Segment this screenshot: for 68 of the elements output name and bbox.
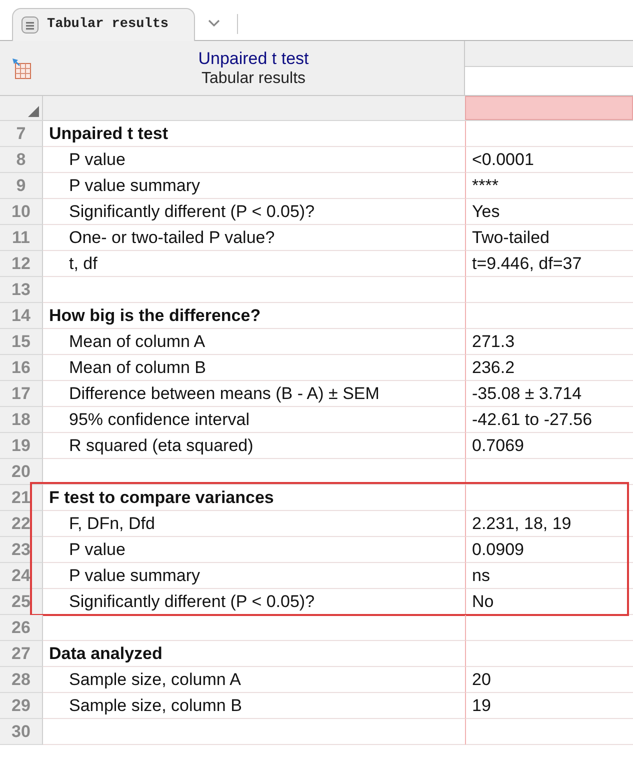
- row-label: Difference between means (B - A) ± SEM: [43, 381, 465, 407]
- row-label: F, DFn, Dfd: [43, 511, 465, 537]
- row-number: 10: [0, 199, 43, 225]
- row-value: ns: [465, 563, 633, 589]
- row-label: P value summary: [43, 173, 465, 199]
- row-number: 24: [0, 563, 43, 589]
- row-label: Sample size, column B: [43, 693, 465, 719]
- row-label: 95% confidence interval: [43, 407, 465, 433]
- row-number: 15: [0, 329, 43, 355]
- row-value: -35.08 ± 3.714: [465, 381, 633, 407]
- select-all-corner[interactable]: [0, 96, 43, 120]
- document-icon: [21, 16, 39, 34]
- results-subtitle: Tabular results: [201, 68, 306, 88]
- row-value: 271.3: [465, 329, 633, 355]
- row-number: 26: [0, 615, 43, 641]
- row-number: 8: [0, 147, 43, 173]
- section-heading: How big is the difference?: [43, 303, 465, 329]
- section-heading: Unpaired t test: [43, 121, 465, 147]
- row-number: 29: [0, 693, 43, 719]
- row-number: 16: [0, 355, 43, 381]
- row-label: P value summary: [43, 563, 465, 589]
- row-number: 25: [0, 589, 43, 615]
- table-icon: [12, 58, 32, 78]
- row-value: <0.0001: [465, 147, 633, 173]
- row-value: 19: [465, 693, 633, 719]
- row-value: 2.231, 18, 19: [465, 511, 633, 537]
- row-number: 18: [0, 407, 43, 433]
- row-number: 22: [0, 511, 43, 537]
- row-number: 12: [0, 251, 43, 277]
- row-number: 21: [0, 485, 43, 511]
- row-value: t=9.446, df=37: [465, 251, 633, 277]
- section-heading: Data analyzed: [43, 641, 465, 667]
- row-label: P value: [43, 537, 465, 563]
- row-value: 20: [465, 667, 633, 693]
- row-value: 0.7069: [465, 433, 633, 459]
- row-label: Significantly different (P < 0.05)?: [43, 199, 465, 225]
- row-label: Sample size, column A: [43, 667, 465, 693]
- results-title: Unpaired t test: [198, 48, 309, 68]
- row-label: Mean of column B: [43, 355, 465, 381]
- row-value: Two-tailed: [465, 225, 633, 251]
- results-tab[interactable]: Tabular results: [12, 8, 195, 41]
- row-label: R squared (eta squared): [43, 433, 465, 459]
- row-value: Yes: [465, 199, 633, 225]
- row-number: 14: [0, 303, 43, 329]
- row-number: 9: [0, 173, 43, 199]
- row-value: -42.61 to -27.56: [465, 407, 633, 433]
- chevron-down-icon: [208, 19, 220, 27]
- row-label: Significantly different (P < 0.05)?: [43, 589, 465, 615]
- row-value: 236.2: [465, 355, 633, 381]
- row-value: 0.0909: [465, 537, 633, 563]
- row-number: 20: [0, 459, 43, 485]
- row-number: 7: [0, 121, 43, 147]
- section-heading: F test to compare variances: [43, 485, 465, 511]
- row-number: 11: [0, 225, 43, 251]
- triangle-icon: [28, 106, 39, 117]
- row-number: 27: [0, 641, 43, 667]
- row-label: t, df: [43, 251, 465, 277]
- row-number: 28: [0, 667, 43, 693]
- row-value: No: [465, 589, 633, 615]
- row-number: 23: [0, 537, 43, 563]
- row-number: 17: [0, 381, 43, 407]
- row-number: 30: [0, 719, 43, 745]
- row-label: Mean of column A: [43, 329, 465, 355]
- row-value: ****: [465, 173, 633, 199]
- row-label: One- or two-tailed P value?: [43, 225, 465, 251]
- row-number: 13: [0, 277, 43, 303]
- row-label: P value: [43, 147, 465, 173]
- row-number: 19: [0, 433, 43, 459]
